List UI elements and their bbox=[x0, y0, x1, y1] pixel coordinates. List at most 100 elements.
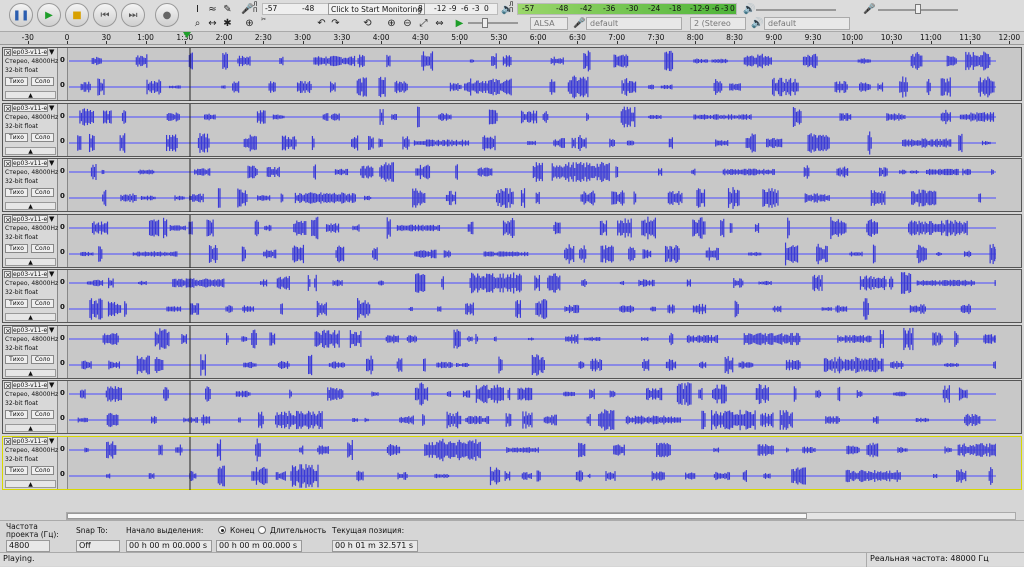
track-menu-dropdown-icon[interactable]: ▼ bbox=[49, 271, 54, 278]
track-name[interactable]: ep03-v11-e bbox=[12, 48, 48, 56]
track-name[interactable]: ep03-v11-e bbox=[12, 436, 48, 445]
track-name[interactable]: ep03-v11-e bbox=[12, 381, 48, 389]
track-control-panel[interactable]: × ep03-v11-e ▼ Стерео, 48000Hz Тихо Соло… bbox=[3, 381, 58, 433]
channels-select[interactable]: 2 (Stereo bbox=[690, 17, 746, 30]
solo-button[interactable]: Соло bbox=[31, 410, 54, 419]
close-track-icon[interactable]: × bbox=[4, 326, 11, 334]
vertical-scale[interactable]: 0 0 bbox=[58, 214, 68, 267]
solo-button[interactable]: Соло bbox=[31, 188, 54, 197]
zoom-tool-icon[interactable]: ⌕ bbox=[190, 17, 205, 30]
track-name[interactable]: ep03-v11-e bbox=[12, 325, 48, 334]
collapse-track-button[interactable]: ▲ bbox=[5, 313, 56, 321]
track-name[interactable]: ep03-v11-e bbox=[12, 159, 48, 167]
waveform-area[interactable] bbox=[69, 381, 999, 434]
collapse-track-button[interactable]: ▲ bbox=[5, 479, 56, 488]
selection-start-field[interactable]: 00 h 00 m 00.000 s bbox=[126, 540, 212, 552]
multi-tool-icon[interactable]: ✱ bbox=[220, 17, 235, 30]
mute-button[interactable]: Тихо bbox=[5, 243, 28, 253]
mute-button[interactable]: Тихо bbox=[5, 188, 28, 197]
solo-button[interactable]: Соло bbox=[31, 77, 54, 86]
track-name[interactable]: ep03-v11-e bbox=[12, 214, 48, 223]
vertical-scale[interactable]: 0 0 bbox=[58, 381, 68, 433]
track-control-panel[interactable]: × ep03-v11-e ▼ Стерео, 48000Hz Тихо Соло… bbox=[3, 436, 58, 489]
track-control-panel[interactable]: × ep03-v11-e ▼ Стерео, 48000Hz Тихо Соло… bbox=[3, 214, 58, 267]
mute-button[interactable]: Тихо bbox=[5, 465, 28, 475]
start-monitoring-button[interactable]: Click to Start Monitoring bbox=[328, 3, 425, 15]
mute-button[interactable]: Тихо bbox=[5, 299, 28, 308]
track-control-panel[interactable]: × ep03-v11-e ▼ Стерео, 48000Hz Тихо Соло… bbox=[3, 325, 58, 378]
audio-host-select[interactable]: ALSA bbox=[530, 17, 568, 30]
fit-selection-icon[interactable]: ⤢ bbox=[416, 17, 431, 30]
audio-track[interactable]: × ep03-v11-e ▼ Стерео, 48000Hz Тихо Соло… bbox=[2, 324, 1022, 379]
collapse-track-button[interactable]: ▲ bbox=[5, 257, 56, 266]
track-menu-dropdown-icon[interactable]: ▼ bbox=[49, 160, 54, 167]
timeshift-tool-icon[interactable]: ↔ bbox=[205, 17, 220, 30]
solo-button[interactable]: Соло bbox=[31, 465, 54, 475]
close-track-icon[interactable]: × bbox=[4, 104, 11, 112]
track-menu-dropdown-icon[interactable]: ▼ bbox=[49, 437, 54, 445]
audio-track[interactable]: × ep03-v11-e ▼ Стерео, 48000Hz Тихо Соло… bbox=[2, 213, 1022, 268]
mute-button[interactable]: Тихо bbox=[5, 77, 28, 86]
close-track-icon[interactable]: × bbox=[4, 382, 11, 390]
record-button[interactable]: ● bbox=[155, 3, 179, 27]
waveform-area[interactable] bbox=[69, 159, 999, 212]
track-control-panel[interactable]: × ep03-v11-e ▼ Стерео, 48000Hz Тихо Соло… bbox=[3, 103, 58, 156]
snap-to-select[interactable]: Off bbox=[76, 540, 120, 552]
track-name[interactable]: ep03-v11-e bbox=[12, 270, 48, 278]
timeline-ruler[interactable]: -30 0 30 1:00 1:30 2:00 2:30 3:00 3:30 4:00 4:30 5:… bbox=[0, 32, 1024, 45]
playhead-marker[interactable] bbox=[183, 32, 191, 38]
playback-volume-slider[interactable] bbox=[756, 9, 836, 11]
vertical-scale[interactable]: 0 0 bbox=[58, 159, 68, 211]
skip-end-button[interactable]: ⏭ bbox=[121, 3, 145, 27]
selection-tool-icon[interactable]: I bbox=[190, 3, 205, 16]
zoom-in-button-icon[interactable]: ⊕ bbox=[384, 17, 399, 30]
play-speed-thumb[interactable] bbox=[482, 18, 488, 28]
track-menu-dropdown-icon[interactable]: ▼ bbox=[49, 326, 54, 334]
stop-button[interactable]: ■ bbox=[65, 3, 89, 27]
undo-icon[interactable]: ↶ bbox=[314, 17, 329, 30]
close-track-icon[interactable]: × bbox=[4, 271, 11, 279]
audio-track[interactable]: × ep03-v11-e ▼ Стерео, 48000Hz Тихо Соло… bbox=[2, 102, 1022, 157]
vertical-scale[interactable]: 0 0 bbox=[58, 325, 68, 378]
solo-button[interactable]: Соло bbox=[31, 299, 54, 308]
close-track-icon[interactable]: × bbox=[4, 160, 11, 168]
length-radio[interactable] bbox=[258, 526, 266, 534]
waveform-area[interactable] bbox=[69, 325, 999, 379]
sync-lock-icon[interactable]: ⟲ bbox=[360, 17, 375, 30]
waveform-area[interactable] bbox=[69, 103, 999, 157]
cut-icon[interactable]: ✂ bbox=[256, 17, 271, 30]
close-track-icon[interactable]: × bbox=[4, 215, 11, 223]
mute-button[interactable]: Тихо bbox=[5, 132, 28, 142]
collapse-track-button[interactable]: ▲ bbox=[5, 202, 56, 210]
input-device-select[interactable]: default bbox=[586, 17, 682, 30]
scroll-thumb[interactable] bbox=[67, 513, 807, 519]
play-speed-slider[interactable] bbox=[468, 22, 518, 24]
waveform-area[interactable] bbox=[69, 48, 999, 101]
vertical-scale[interactable]: 0 0 bbox=[58, 270, 68, 322]
fit-project-icon[interactable]: ⇔ bbox=[432, 17, 447, 30]
track-menu-dropdown-icon[interactable]: ▼ bbox=[49, 215, 54, 223]
track-control-panel[interactable]: × ep03-v11-e ▼ Стерео, 48000Hz Тихо Соло… bbox=[3, 159, 58, 211]
collapse-track-button[interactable]: ▲ bbox=[5, 91, 56, 99]
collapse-track-button[interactable]: ▲ bbox=[5, 424, 56, 432]
audio-track[interactable]: × ep03-v11-e ▼ Стерео, 48000Hz Тихо Соло… bbox=[2, 380, 1022, 434]
recording-volume-thumb[interactable] bbox=[915, 4, 921, 14]
track-menu-dropdown-icon[interactable]: ▼ bbox=[49, 49, 54, 56]
audio-track[interactable]: × ep03-v11-e ▼ Стерео, 48000Hz Тихо Соло… bbox=[2, 158, 1022, 212]
play-at-speed-icon[interactable]: ▶ bbox=[452, 17, 467, 30]
audio-track[interactable]: × ep03-v11-e ▼ Стерео, 48000Hz Тихо Соло… bbox=[2, 269, 1022, 323]
track-control-panel[interactable]: × ep03-v11-e ▼ Стерео, 48000Hz Тихо Соло… bbox=[3, 270, 58, 322]
output-device-select[interactable]: default bbox=[764, 17, 850, 30]
waveform-area[interactable] bbox=[69, 436, 999, 490]
solo-button[interactable]: Соло bbox=[31, 132, 54, 142]
project-rate-select[interactable]: 4800 bbox=[6, 540, 50, 552]
vertical-scale[interactable]: 0 0 bbox=[58, 48, 68, 100]
zoom-in-icon[interactable]: ⊕ bbox=[242, 17, 257, 30]
track-menu-dropdown-icon[interactable]: ▼ bbox=[49, 104, 54, 112]
track-control-panel[interactable]: × ep03-v11-e ▼ Стерео, 48000Hz Тихо Соло… bbox=[3, 48, 58, 100]
track-name[interactable]: ep03-v11-e bbox=[12, 103, 48, 112]
pause-button[interactable]: ❚❚ bbox=[9, 3, 33, 27]
close-track-icon[interactable]: × bbox=[4, 437, 11, 445]
end-radio[interactable] bbox=[218, 526, 226, 534]
mute-button[interactable]: Тихо bbox=[5, 410, 28, 419]
